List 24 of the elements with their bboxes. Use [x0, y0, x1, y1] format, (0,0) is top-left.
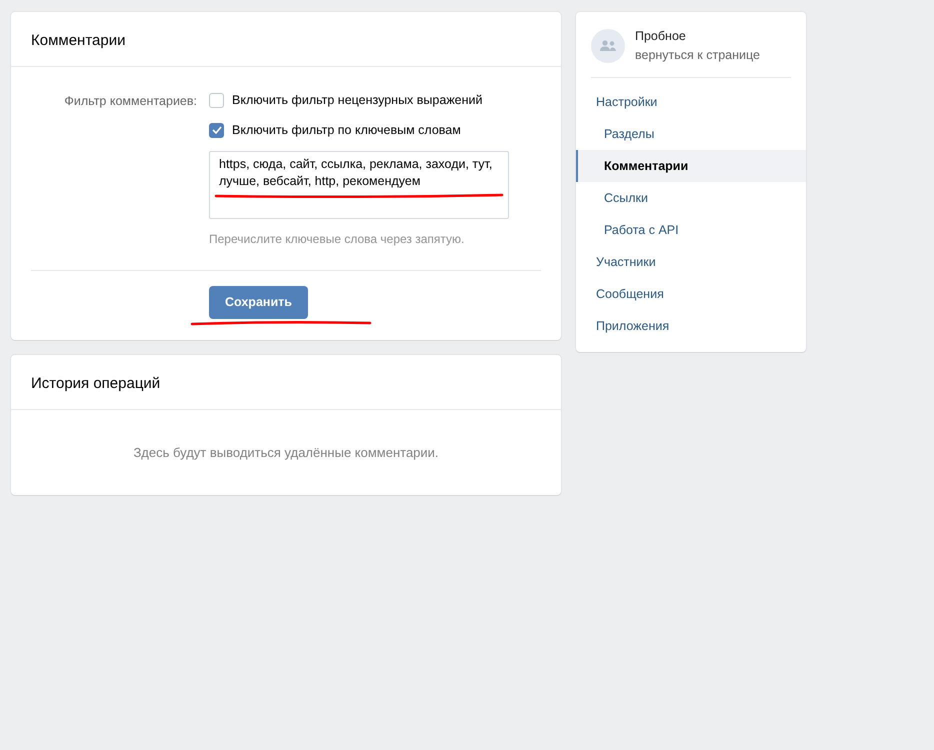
sidebar-item[interactable]: Ссылки — [576, 182, 806, 214]
filter-label: Фильтр комментариев: — [63, 93, 198, 110]
back-link[interactable]: вернуться к странице — [635, 46, 760, 64]
checkbox-option[interactable]: Включить фильтр по ключевым словам — [209, 120, 461, 140]
sidebar-item[interactable]: Комментарии — [576, 150, 806, 182]
sidebar-item[interactable]: Сообщения — [576, 278, 806, 310]
panel-title: История операций — [11, 355, 561, 410]
community-name[interactable]: Пробное — [635, 27, 760, 46]
community-avatar[interactable] — [591, 28, 625, 63]
empty-message: Здесь будут выводиться удалённые комментарии. — [132, 444, 440, 462]
sidebar-item[interactable]: Приложения — [576, 310, 806, 342]
save-button[interactable]: Сохранить — [209, 286, 308, 319]
hint-text: Перечислите ключевые слова через запятую. — [209, 231, 466, 248]
people-icon — [599, 40, 617, 52]
checkbox-option[interactable]: Включить фильтр нецензурных выражений — [209, 91, 482, 110]
sidebar-item[interactable]: Работа с API — [576, 214, 806, 246]
keywords-field[interactable]: https, сюда, сайт, ссылка, реклама, заходи, тут, лучше, вебсайт, http, рекомендуем — [209, 150, 509, 218]
checkbox[interactable] — [209, 92, 224, 108]
sidebar-item[interactable]: Разделы — [576, 118, 806, 150]
panel-title: Комментарии — [11, 12, 561, 67]
checkbox[interactable] — [209, 122, 224, 138]
sidebar-item[interactable]: Участники — [576, 246, 806, 278]
check-icon — [212, 126, 222, 134]
sidebar-item[interactable]: Настройки — [576, 86, 806, 118]
